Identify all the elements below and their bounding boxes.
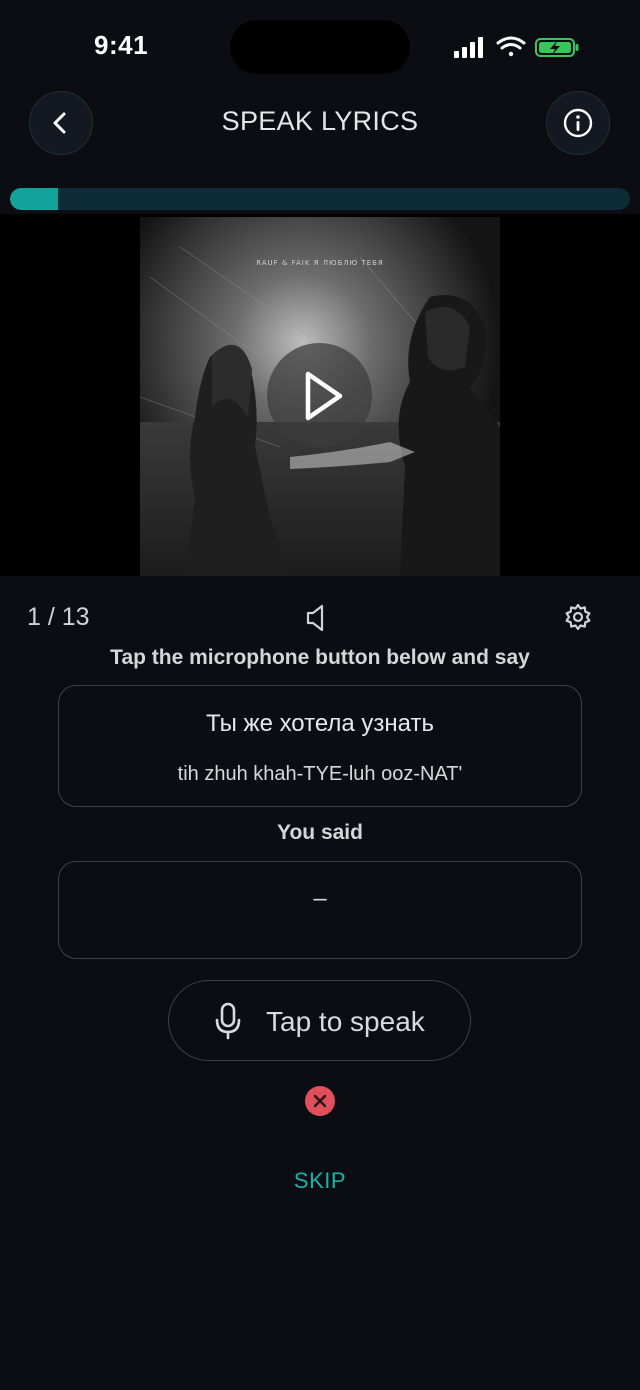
gear-icon[interactable]: [564, 603, 592, 631]
close-icon: [313, 1094, 327, 1108]
instruction-text: Tap the microphone button below and say: [110, 646, 530, 669]
page-title: SPEAK LYRICS: [221, 106, 419, 136]
play-icon: [305, 371, 342, 420]
speaker-icon[interactable]: [303, 603, 331, 633]
progress-fill: [10, 188, 58, 210]
microphone-icon: [215, 1002, 241, 1040]
cancel-button[interactable]: [305, 1086, 335, 1116]
target-phrase: Ты же хотела узнать: [205, 710, 434, 737]
wifi-icon: [496, 36, 526, 57]
you-said-label: You said: [277, 821, 363, 844]
signal-icon: [454, 37, 483, 58]
dynamic-island: [230, 20, 410, 74]
album-caption: RAUF & FAIK Я ЛЮБЛЮ ТЕБЯ: [256, 259, 384, 267]
sentence-counter: 1 / 13: [27, 603, 90, 631]
status-time: 9:41: [94, 30, 149, 60]
info-button[interactable]: [546, 91, 610, 155]
skip-button[interactable]: SKIP: [0, 1168, 640, 1194]
target-phrase-card: [58, 685, 582, 807]
info-icon: [563, 108, 593, 138]
status-icons: [454, 36, 579, 58]
play-button[interactable]: [267, 343, 372, 448]
battery-icon: [535, 38, 579, 57]
lesson-progress-bar: [10, 188, 630, 210]
transliteration: tih zhuh khah-TYE-luh ooz-NAT': [177, 763, 463, 785]
tap-to-speak-label: Tap to speak: [266, 1006, 425, 1037]
you-said-value: –: [313, 885, 327, 912]
